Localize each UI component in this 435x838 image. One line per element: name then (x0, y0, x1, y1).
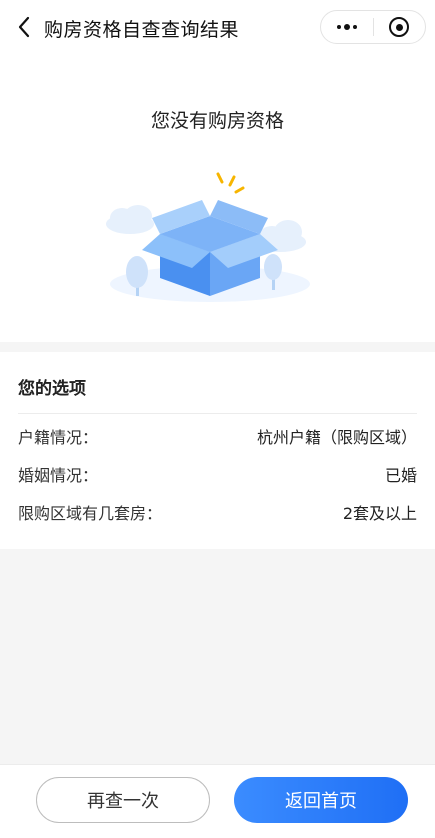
more-dots-icon (336, 24, 357, 30)
more-button[interactable] (321, 11, 373, 43)
option-row-household: 户籍情况： 杭州户籍（限购区域） (18, 424, 417, 448)
option-label: 户籍情况： (18, 428, 99, 447)
result-card: 您没有购房资格 (0, 54, 435, 342)
options-heading: 您的选项 (18, 379, 86, 399)
option-row-properties: 限购区域有几套房： 2套及以上 (18, 500, 417, 524)
option-label: 限购区域有几套房： (18, 504, 163, 523)
navigation-bar: 购房资格自查查询结果 (0, 0, 435, 54)
result-title: 您没有购房资格 (150, 110, 284, 132)
empty-box-illustration (106, 172, 310, 302)
divider (18, 413, 417, 414)
footer-bar: 再查一次 返回首页 (0, 764, 435, 838)
target-icon (389, 17, 410, 37)
option-value: 已婚 (384, 466, 417, 485)
chevron-left-icon (18, 16, 30, 38)
option-value: 杭州户籍（限购区域） (256, 428, 417, 447)
option-row-marital: 婚姻情况： 已婚 (18, 462, 417, 486)
option-label: 婚姻情况： (18, 466, 99, 485)
back-home-button[interactable]: 返回首页 (234, 777, 408, 823)
back-button[interactable] (12, 14, 36, 40)
mini-program-capsule (320, 10, 426, 44)
option-value: 2套及以上 (342, 504, 417, 523)
options-section: 您的选项 户籍情况： 杭州户籍（限购区域） 婚姻情况： 已婚 限购区域有几套房：… (0, 352, 435, 549)
query-again-button[interactable]: 再查一次 (36, 777, 210, 823)
close-button[interactable] (374, 11, 426, 43)
page-title: 购房资格自查查询结果 (44, 19, 240, 41)
